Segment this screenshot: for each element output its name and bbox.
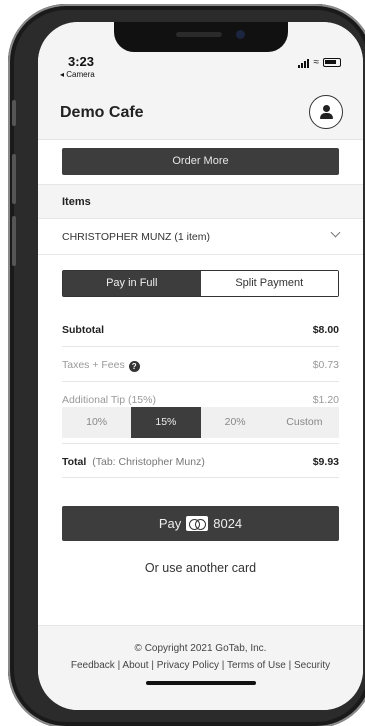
status-icons: ≈ (297, 57, 341, 68)
home-indicator (146, 681, 256, 685)
footer-link-feedback[interactable]: Feedback (71, 660, 115, 671)
wifi-icon: ≈ (313, 57, 320, 68)
credit-card-icon (186, 516, 209, 531)
total-value: $9.93 (312, 456, 339, 468)
total-label-wrap: Total (Tab: Christopher Munz) (62, 456, 205, 468)
screen: 3:23 ◂ Camera ≈ Demo Cafe Order More Ite… (38, 22, 363, 710)
card-last4: 8024 (213, 516, 243, 531)
app-header: Demo Cafe (38, 80, 363, 140)
subtotal-label: Subtotal (62, 324, 104, 336)
back-to-app-link[interactable]: ◂ Camera (60, 70, 95, 79)
mute-switch (12, 100, 16, 126)
order-more-button[interactable]: Order More (62, 148, 339, 175)
tip-label: Additional Tip (15%) (62, 394, 156, 406)
page-title: Demo Cafe (60, 104, 144, 121)
taxes-value: $0.73 (312, 359, 339, 371)
pay-button[interactable]: Pay 8024 (62, 506, 339, 541)
items-section-header: Items (38, 184, 363, 219)
footer-link-terms[interactable]: Terms of Use (227, 660, 286, 671)
footer-link-privacy[interactable]: Privacy Policy (157, 660, 219, 671)
total-label: Total (62, 456, 87, 468)
footer-link-security[interactable]: Security (294, 660, 330, 671)
items-heading: Items (62, 196, 91, 208)
total-row: Total (Tab: Christopher Munz) $9.93 (62, 443, 339, 478)
taxes-label-wrap: Taxes + Fees? (62, 359, 140, 372)
footer-link-about[interactable]: About (122, 660, 148, 671)
footer: © Copyright 2021 GoTab, Inc. Feedback | … (38, 625, 363, 710)
use-another-card-link[interactable]: Or use another card (38, 561, 363, 575)
pay-label: Pay (158, 516, 182, 531)
guest-items-row[interactable]: CHRISTOPHER MUNZ (1 item) (38, 219, 363, 255)
tip-option-10[interactable]: 10% (62, 407, 131, 438)
tab-split-payment[interactable]: Split Payment (200, 271, 338, 296)
tip-option-15[interactable]: 15% (131, 407, 201, 438)
payment-section: Pay in Full Split Payment Subtotal $8.00… (38, 255, 363, 625)
taxes-label: Taxes + Fees (62, 359, 125, 371)
notch (114, 22, 288, 52)
chevron-down-icon (330, 227, 341, 238)
phone-frame: 3:23 ◂ Camera ≈ Demo Cafe Order More Ite… (8, 4, 365, 726)
taxes-row: Taxes + Fees? $0.73 (62, 347, 339, 382)
tip-selector: 10% 15% 20% Custom (62, 407, 339, 438)
volume-down-button (12, 216, 16, 266)
front-camera (236, 30, 245, 39)
copyright-text: © Copyright 2021 GoTab, Inc. (134, 643, 267, 654)
footer-links: Feedback | About | Privacy Policy | Term… (70, 660, 331, 671)
battery-icon (323, 58, 341, 67)
subtotal-value: $8.00 (312, 324, 339, 336)
guest-items-label: CHRISTOPHER MUNZ (1 item) (62, 231, 210, 243)
user-icon-body (320, 113, 333, 119)
help-icon[interactable]: ? (128, 361, 140, 372)
total-tab-name: (Tab: Christopher Munz) (92, 456, 205, 468)
tab-pay-in-full[interactable]: Pay in Full (63, 271, 201, 296)
status-time: 3:23 (68, 54, 95, 69)
tip-option-custom[interactable]: Custom (270, 407, 339, 438)
payment-mode-toggle: Pay in Full Split Payment (62, 270, 339, 297)
tip-value: $1.20 (312, 394, 339, 406)
speaker (176, 32, 222, 37)
tip-option-20[interactable]: 20% (201, 407, 270, 438)
signal-icon (297, 57, 310, 68)
account-button[interactable] (309, 95, 343, 129)
user-icon-head (323, 105, 330, 112)
volume-up-button (12, 154, 16, 204)
subtotal-row: Subtotal $8.00 (62, 312, 339, 347)
